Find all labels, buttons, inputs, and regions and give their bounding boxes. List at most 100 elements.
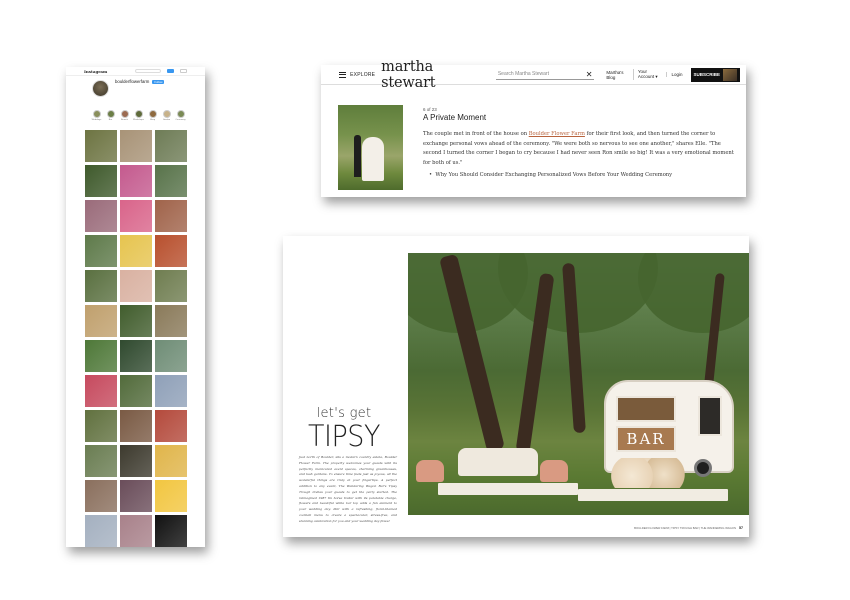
highlight-thumbnail: [120, 110, 129, 118]
article-text-column: let's get TIPSY Just north of Boulder, s…: [283, 406, 405, 525]
rug: [438, 483, 578, 495]
post-thumbnail[interactable]: [85, 340, 117, 372]
post-thumbnail[interactable]: [85, 410, 117, 442]
post-thumbnail[interactable]: [85, 515, 117, 547]
story-highlights: Weddings Bar Brunch Workshops Shop Garden Cere…: [66, 110, 205, 128]
post-thumbnail[interactable]: [155, 410, 187, 442]
highlight-thumbnail: [148, 110, 157, 118]
post-thumbnail[interactable]: [120, 305, 152, 337]
slide-caption: The couple met in front of the house on …: [423, 130, 738, 168]
post-thumbnail[interactable]: [85, 480, 117, 512]
search-placeholder: Search Martha Stewart: [497, 71, 549, 77]
story-highlight[interactable]: Weddings: [92, 110, 101, 128]
login-link[interactable]: Login: [666, 72, 686, 77]
story-highlight[interactable]: Garden: [162, 110, 171, 128]
post-thumbnail[interactable]: [120, 130, 152, 162]
caption-text-1: The couple met in front of the house on: [423, 131, 529, 137]
instagram-search-input[interactable]: [135, 69, 162, 73]
story-highlight[interactable]: Ceremony: [175, 110, 186, 128]
instagram-profile-screenshot: Instagram boulderflowerfarm Follow Weddi…: [66, 67, 205, 547]
farm-link[interactable]: Boulder Flower Farm: [529, 131, 585, 137]
highlight-thumbnail: [92, 110, 101, 118]
page-number: 57: [739, 526, 743, 530]
profile-username: boulderflowerfarm: [115, 79, 150, 84]
rug: [578, 489, 728, 501]
magazine-cover-thumbnail: [723, 68, 738, 81]
footer-credits: BOULDER FLOWER FARM | TIPSY TROUGH BAR |…: [634, 526, 736, 530]
post-thumbnail[interactable]: [155, 130, 187, 162]
account-menu[interactable]: Your Account ▾: [632, 69, 667, 80]
post-thumbnail[interactable]: [120, 235, 152, 267]
search-input[interactable]: Search Martha Stewart ✕: [495, 69, 595, 80]
post-thumbnail[interactable]: [120, 340, 152, 372]
slide-title: A Private Moment: [423, 113, 487, 122]
post-thumbnail[interactable]: [85, 270, 117, 302]
site-logo[interactable]: martha stewart: [381, 59, 480, 91]
post-thumbnail[interactable]: [155, 480, 187, 512]
post-thumbnail[interactable]: [120, 375, 152, 407]
highlight-label: Ceremony: [175, 119, 186, 121]
highlight-label: Workshops: [133, 119, 144, 121]
pink-armchair: [540, 460, 568, 482]
highlight-label: Brunch: [121, 119, 128, 121]
floral-arrangement: [608, 458, 688, 488]
page-footer: BOULDER FLOWER FARM | TIPSY TROUGH BAR |…: [634, 526, 743, 530]
instagram-login-button[interactable]: [167, 69, 175, 73]
post-thumbnail[interactable]: [120, 515, 152, 547]
post-thumbnail[interactable]: [120, 200, 152, 232]
post-thumbnail[interactable]: [155, 375, 187, 407]
groom-figure: [354, 135, 361, 177]
post-thumbnail[interactable]: [155, 340, 187, 372]
post-thumbnail[interactable]: [85, 375, 117, 407]
post-thumbnail[interactable]: [155, 235, 187, 267]
post-thumbnail[interactable]: [155, 270, 187, 302]
instagram-logo[interactable]: Instagram: [84, 69, 107, 74]
slide-photo[interactable]: [338, 105, 403, 190]
post-thumbnail[interactable]: [120, 480, 152, 512]
post-thumbnail[interactable]: [85, 305, 117, 337]
highlight-label: Garden: [162, 119, 171, 121]
magazine-spread: BAR let's get TIPSY Just north of Boulde…: [283, 236, 749, 537]
post-thumbnail[interactable]: [85, 235, 117, 267]
post-thumbnail[interactable]: [155, 200, 187, 232]
post-thumbnail[interactable]: [120, 165, 152, 197]
related-article-link[interactable]: • Why You Should Consider Exchanging Per…: [423, 172, 738, 178]
post-thumbnail[interactable]: [120, 270, 152, 302]
post-thumbnail[interactable]: [155, 515, 187, 547]
explore-link[interactable]: EXPLORE: [350, 72, 375, 78]
highlight-label: Weddings: [91, 119, 102, 121]
story-highlight[interactable]: Brunch: [120, 110, 129, 128]
post-thumbnail[interactable]: [120, 410, 152, 442]
post-thumbnail[interactable]: [85, 445, 117, 477]
avatar[interactable]: [92, 80, 109, 97]
highlight-label: Shop: [149, 119, 156, 121]
post-grid: [85, 130, 187, 547]
white-sofa: [458, 448, 538, 476]
trailer-window: [616, 396, 676, 422]
post-thumbnail[interactable]: [155, 445, 187, 477]
headline: TIPSY: [308, 419, 380, 453]
blog-link[interactable]: Martha's Blog: [602, 70, 633, 80]
post-thumbnail[interactable]: [120, 445, 152, 477]
story-highlight[interactable]: Bar: [106, 110, 115, 128]
subscribe-button[interactable]: SUBSCRIBE: [690, 67, 741, 82]
post-thumbnail[interactable]: [155, 165, 187, 197]
post-thumbnail[interactable]: [85, 165, 117, 197]
instagram-signup-button[interactable]: [180, 69, 187, 73]
tree-canopy: [638, 253, 749, 333]
slide-counter: 6 of 23: [423, 107, 437, 112]
pink-armchair: [416, 460, 444, 482]
menu-icon[interactable]: [339, 71, 347, 78]
close-icon[interactable]: ✕: [586, 70, 593, 79]
highlight-label: Bar: [108, 119, 113, 121]
post-thumbnail[interactable]: [85, 200, 117, 232]
post-thumbnail[interactable]: [85, 130, 117, 162]
highlight-thumbnail: [176, 110, 185, 118]
follow-button[interactable]: Follow: [152, 80, 165, 85]
bride-figure: [362, 137, 384, 181]
post-thumbnail[interactable]: [155, 305, 187, 337]
profile-header: boulderflowerfarm Follow: [66, 76, 205, 107]
story-highlight[interactable]: Workshops: [133, 110, 144, 128]
story-highlight[interactable]: Shop: [148, 110, 157, 128]
martha-stewart-article-screenshot: EXPLORE martha stewart Search Martha Ste…: [321, 59, 746, 197]
